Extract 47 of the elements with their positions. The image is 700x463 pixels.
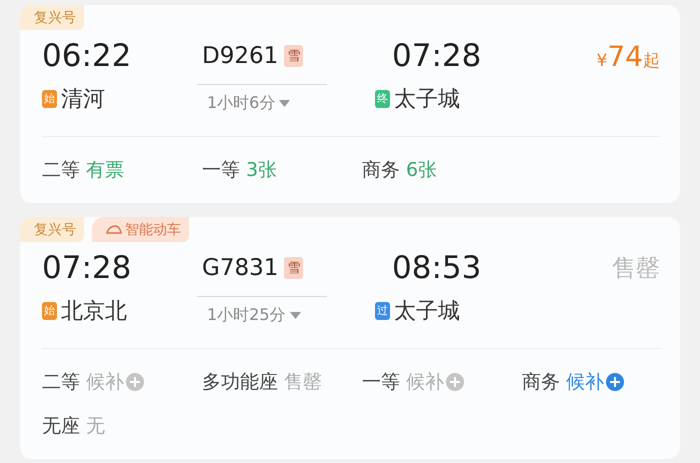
plus-icon: [125, 372, 145, 392]
seat-class: 商务: [522, 370, 560, 395]
arrival-time: 07:28: [392, 37, 482, 76]
caret-icon: [279, 100, 290, 107]
departure-station: 清河: [61, 86, 105, 114]
plus-icon: [445, 372, 465, 392]
departure-time: 06:22: [42, 37, 132, 76]
duration-dropdown[interactable]: 1小时25分: [207, 305, 301, 326]
snow-badge: 雪: [284, 257, 304, 279]
station-badge: 终: [375, 90, 390, 108]
arrival-time: 08:53: [392, 249, 482, 288]
price: ¥74起: [596, 39, 660, 75]
plus-icon: [605, 372, 625, 392]
train-number: D9261: [202, 43, 278, 69]
station-badge: 过: [375, 302, 390, 320]
train-number: G7831: [202, 255, 278, 281]
arrival-station: 太子城: [394, 298, 460, 326]
arrival-station: 太子城: [394, 86, 460, 114]
duration-dropdown[interactable]: 1小时6分: [207, 93, 290, 114]
seat-status: 无: [86, 414, 105, 439]
train-icon: [106, 225, 122, 234]
waitlist-button[interactable]: 候补: [406, 369, 465, 395]
seat-class: 二等: [42, 158, 80, 183]
snow-badge: 雪: [284, 45, 304, 67]
seat-class: 无座: [42, 414, 80, 439]
train-tag: 复兴号: [20, 217, 84, 242]
station-badge: 始: [42, 90, 57, 108]
seat-status: 有票: [86, 158, 124, 183]
train-tag: 复兴号: [20, 5, 84, 30]
seat-class: 一等: [202, 158, 240, 183]
seat-status: 售罄: [284, 370, 322, 395]
departure-station: 北京北: [61, 298, 127, 326]
seat-class: 多功能座: [202, 370, 278, 395]
seat-status: 6张: [406, 158, 438, 183]
seat-class: 商务: [362, 158, 400, 183]
departure-time: 07:28: [42, 249, 132, 288]
seat-class: 一等: [362, 370, 400, 395]
sold-out-label: 售罄: [612, 254, 660, 282]
train-card[interactable]: 复兴号 智能动车 07:28 始 北京北 G7831 雪 1小时25分 08:53 过 太子城 售罄 二等 候补 多功能座 售罄 一等 候补 商务 候补 无座 无: [20, 217, 680, 459]
train-card[interactable]: 复兴号 06:22 始 清河 D9261 雪 1小时6分 07:28 终 太子城 ¥74起 二等 有票 一等 3张 商务 6张: [20, 5, 680, 203]
waitlist-button[interactable]: 候补: [566, 369, 625, 395]
seat-status: 3张: [246, 158, 278, 183]
waitlist-button[interactable]: 候补: [86, 369, 145, 395]
caret-icon: [290, 312, 301, 319]
station-badge: 始: [42, 302, 57, 320]
seat-class: 二等: [42, 370, 80, 395]
train-tag: 智能动车: [92, 217, 189, 242]
